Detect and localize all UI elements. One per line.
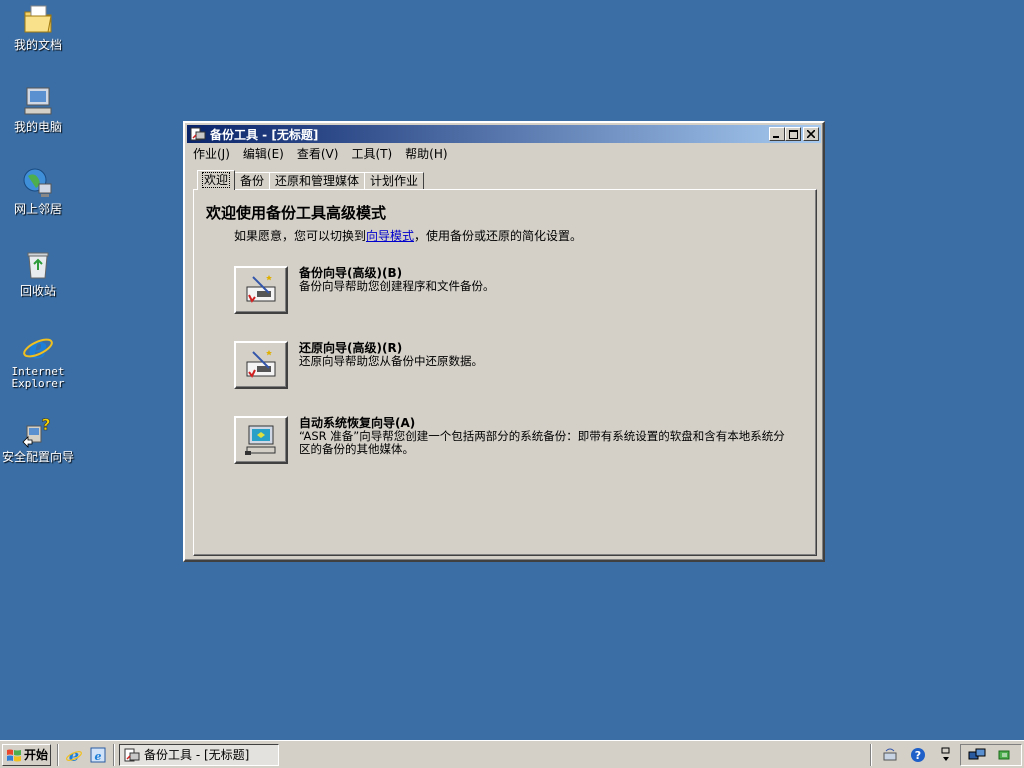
system-tray-area: ? [864, 743, 1024, 766]
menu-help[interactable]: 帮助(H) [405, 145, 447, 162]
network-icon[interactable] [880, 746, 900, 764]
menu-job[interactable]: 作业(J) [193, 145, 230, 162]
start-button[interactable]: 开始 [2, 743, 51, 766]
restore-wizard-desc: 还原向导帮助您从备份中还原数据。 [299, 354, 483, 368]
backup-wizard-icon [246, 275, 276, 303]
taskbar-separator [113, 743, 115, 766]
network-connection-icon[interactable] [967, 746, 987, 764]
backup-app-icon [190, 127, 206, 141]
svg-text:?: ? [41, 415, 50, 434]
backup-app-icon [124, 748, 140, 761]
taskbar-separator [870, 743, 872, 766]
help-icon[interactable]: ? [908, 746, 928, 764]
taskbar-backup-button[interactable]: 备份工具 - [无标题] [119, 743, 279, 766]
welcome-intro: 如果愿意，您可以切换到向导模式，使用备份或还原的简化设置。 [234, 227, 582, 244]
window-title: 备份工具 - [无标题] [210, 127, 319, 142]
volume-icon[interactable] [995, 746, 1015, 764]
restore-wizard-icon [246, 350, 276, 378]
my-computer-icon [24, 87, 52, 115]
asr-wizard-title: 自动系统恢复向导(A) [299, 416, 416, 430]
show-desktop-icon[interactable]: e [89, 746, 107, 764]
desktop-icon-label: 回收站 [19, 284, 56, 298]
my-documents-icon [24, 5, 52, 33]
svg-text:?: ? [915, 749, 921, 762]
desktop-icon-internet-explorer[interactable]: e Internet Explorer [0, 330, 76, 390]
start-label: 开始 [24, 748, 49, 762]
desktop-icon-label: 我的电脑 [13, 120, 62, 134]
title-bar[interactable]: 备份工具 - [无标题] [187, 125, 821, 143]
desktop-icon-label: 我的文档 [13, 38, 62, 52]
menu-tools[interactable]: 工具(T) [351, 145, 392, 162]
recycle-bin-icon [27, 252, 49, 279]
tab-scheduled-jobs[interactable]: 计划作业 [364, 172, 425, 190]
volume-glyph-icon [998, 750, 1010, 759]
help-glyph-icon: ? [911, 747, 925, 762]
menu-bar: 作业(J) 编辑(E) 查看(V) 工具(T) 帮助(H) [187, 144, 821, 163]
desktop-icon-recycle-bin[interactable]: 回收站 [0, 248, 76, 298]
asr-wizard-button[interactable] [234, 416, 288, 464]
restore-wizard-title: 还原向导(高级)(R) [299, 341, 403, 355]
network-connection-glyph-icon [968, 748, 986, 759]
arrows-icon[interactable] [936, 746, 956, 764]
network-glyph-icon [883, 748, 897, 760]
menu-edit[interactable]: 编辑(E) [243, 145, 284, 162]
desktop-icon-label: 网上邻居 [13, 202, 62, 216]
desktop-icon-my-computer[interactable]: 我的电脑 [0, 84, 76, 134]
desktop-icon-my-documents[interactable]: 我的文档 [0, 2, 76, 52]
menu-view[interactable]: 查看(V) [297, 145, 339, 162]
wizard-mode-link[interactable]: 向导模式 [366, 229, 414, 243]
notification-area [960, 743, 1022, 766]
welcome-heading: 欢迎使用备份工具高级模式 [206, 204, 387, 222]
asr-wizard-row: 自动系统恢复向导(A) “ASR 准备”向导帮您创建一个包括两部分的系统备份：即… [234, 416, 789, 464]
network-places-icon [23, 168, 52, 197]
tab-backup[interactable]: 备份 [234, 172, 271, 190]
desktop-icon-network-places[interactable]: 网上邻居 [0, 166, 76, 216]
desktop-icon-label: Internet Explorer [11, 365, 65, 390]
backup-wizard-title: 备份向导(高级)(B) [299, 266, 403, 280]
security-wizard-icon: ? [22, 415, 51, 448]
arrows-glyph-icon [941, 747, 950, 761]
ie-icon[interactable]: e [65, 746, 83, 764]
restore-wizard-button[interactable] [234, 341, 288, 389]
intro-text-before: 如果愿意，您可以切换到 [234, 229, 367, 243]
tab-label: 备份 [240, 174, 265, 188]
backup-wizard-row: 备份向导(高级)(B) 备份向导帮助您创建程序和文件备份。 [234, 266, 789, 314]
taskbar: 开始 e e 备份工具 - [无标题] ? [0, 740, 1024, 768]
svg-text:e: e [95, 750, 102, 763]
asr-wizard-desc: “ASR 准备”向导帮您创建一个包括两部分的系统备份：即带有系统设置的软盘和含有… [299, 429, 785, 456]
tab-label: 计划作业 [370, 174, 419, 188]
windows-flag-icon [7, 749, 21, 761]
taskbar-backup-label: 备份工具 - [无标题] [144, 748, 250, 762]
tab-label: 还原和管理媒体 [275, 174, 360, 188]
internet-explorer-icon: e [23, 331, 53, 364]
tab-restore-manage-media[interactable]: 还原和管理媒体 [269, 172, 366, 190]
restore-wizard-row: 还原向导(高级)(R) 还原向导帮助您从备份中还原数据。 [234, 341, 789, 389]
tab-welcome[interactable]: 欢迎 [197, 170, 236, 190]
close-button[interactable] [803, 127, 819, 141]
intro-text-after: ，使用备份或还原的简化设置。 [414, 229, 583, 243]
backup-wizard-desc: 备份向导帮助您创建程序和文件备份。 [299, 279, 495, 293]
backup-wizard-button[interactable] [234, 266, 288, 314]
taskbar-separator [57, 743, 59, 766]
maximize-icon [788, 129, 798, 139]
tab-strip: 欢迎 备份 还原和管理媒体 计划作业 [197, 170, 425, 190]
asr-wizard-icon [245, 425, 276, 455]
svg-text:e: e [28, 331, 47, 364]
desktop-icon-label: 安全配置向导 [1, 450, 74, 464]
minimize-icon [773, 136, 779, 138]
backup-window: 备份工具 - [无标题] 作业(J) 编辑(E) 查看(V) 工具(T) 帮助(… [183, 121, 825, 562]
welcome-panel: 欢迎使用备份工具高级模式 如果愿意，您可以切换到向导模式，使用备份或还原的简化设… [193, 189, 817, 556]
minimize-button[interactable] [769, 127, 785, 141]
tab-label: 欢迎 [201, 172, 231, 188]
maximize-button[interactable] [785, 127, 801, 141]
close-icon [807, 130, 815, 138]
desktop-icon-security-wizard[interactable]: ? 安全配置向导 [0, 414, 76, 464]
